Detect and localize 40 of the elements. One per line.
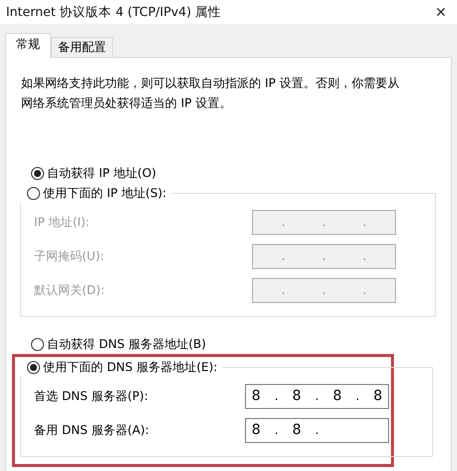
separator-dot: . (282, 249, 286, 263)
separator-dot: . (362, 215, 366, 229)
separator-dot: . (274, 423, 278, 437)
separator-dot: . (274, 389, 278, 403)
radio-label: 自动获得 DNS 服务器地址(B) (47, 336, 206, 352)
separator-dot: . (322, 249, 326, 263)
separator-dot: . (282, 283, 286, 297)
field-label: 首选 DNS 服务器(P): (34, 388, 148, 404)
radio-button[interactable] (27, 186, 40, 200)
radio-button[interactable] (31, 338, 44, 350)
octet-text: 8 (332, 388, 342, 404)
separator-dot: . (362, 283, 366, 297)
separator-dot: . (356, 389, 360, 403)
field-label: 默认网关(D): (34, 282, 105, 298)
separator-dot: . (315, 423, 319, 437)
octet-text: 8 (292, 388, 302, 404)
description-text: 如果网络支持此功能，则可以获取自动指派的 IP 设置。否则，你需要从网络系统管理员处获得适当的 IP 设置。 (21, 75, 400, 112)
separator-dot: . (362, 249, 366, 263)
tab[interactable]: 备用配置 (51, 37, 113, 57)
field-label: 子网掩码(U): (34, 248, 104, 264)
octet-text: 8 (252, 422, 261, 438)
ip-address-field[interactable]: 8 . 8 . 8 . 8 (245, 384, 389, 408)
window-title: Internet 协议版本 4 (TCP/IPv4) 属性 (6, 4, 222, 20)
radio-label: 使用下面的 IP 地址(S): (43, 184, 166, 202)
tab[interactable]: 常规 (5, 33, 51, 58)
separator-dot: . (322, 215, 326, 229)
radio-label: 自动获得 IP 地址(O) (47, 164, 156, 182)
octet-text: 8 (373, 388, 382, 404)
field-label: 备用 DNS 服务器(A): (34, 422, 150, 438)
radio-button[interactable] (31, 166, 44, 180)
field-label: IP 地址(I): (34, 214, 90, 230)
radio-button[interactable] (27, 360, 40, 374)
octet-text: 8 (252, 388, 261, 404)
radio-label: 使用下面的 DNS 服务器地址(E): (43, 358, 218, 376)
close-button[interactable]: ✕ (431, 4, 451, 20)
separator-dot: . (322, 283, 326, 297)
separator-dot: . (315, 389, 319, 403)
separator-dot: . (282, 215, 286, 229)
octet-text: 8 (292, 422, 302, 438)
ip-address-field[interactable]: 8 . 8 . (245, 418, 389, 442)
